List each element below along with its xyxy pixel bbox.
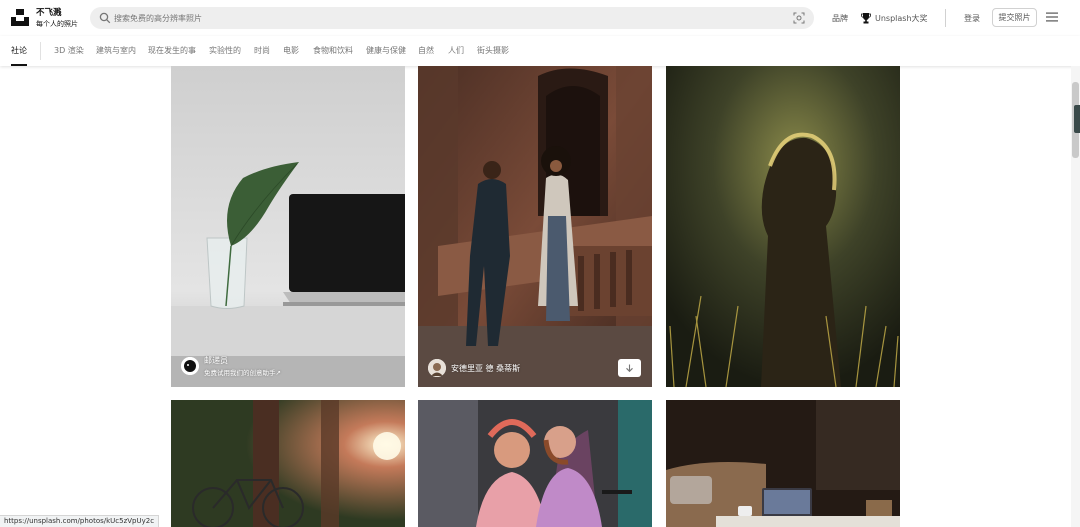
photo-card-living-room[interactable] <box>666 400 900 527</box>
photo-wedding-couple <box>418 400 652 527</box>
tab-people[interactable]: 人们 <box>448 45 464 56</box>
trophy-icon <box>861 12 871 23</box>
award-label: Unsplash大奖 <box>875 13 928 23</box>
author-avatar[interactable] <box>181 357 199 375</box>
tab-architecture[interactable]: 建筑与室内 <box>96 45 136 56</box>
photo-card-bicycle-forest[interactable] <box>171 400 405 527</box>
logo-title: 不飞溅 <box>36 8 62 18</box>
download-button[interactable] <box>618 359 641 377</box>
tab-food-drink[interactable]: 食物和饮料 <box>313 45 353 56</box>
award-link[interactable]: Unsplash大奖 <box>861 0 928 36</box>
top-header: 不飞溅 每个人的照片 品牌 Unsplash大奖 登录 提交照片 <box>0 0 1080 36</box>
photo-card-couple-architecture[interactable]: 安德里亚 德 桑蒂斯 <box>418 66 652 387</box>
status-url-bar: https://unsplash.com/photos/kUc5zVpUy2c <box>0 515 160 527</box>
sponsor-link[interactable]: 免费试用我们的创意助手↗ <box>204 367 281 377</box>
side-panel-handle[interactable] <box>1074 105 1080 133</box>
photo-living-room <box>666 400 900 527</box>
mailchimp-logo-icon <box>181 357 199 375</box>
submit-photo-button[interactable]: 提交照片 <box>992 8 1037 27</box>
unsplash-logo-icon[interactable] <box>11 9 29 26</box>
header-divider <box>945 9 946 27</box>
photo-credit[interactable]: 安德里亚 德 桑蒂斯 <box>428 359 520 377</box>
author-name[interactable]: 安德里亚 德 桑蒂斯 <box>451 363 520 374</box>
tabs-divider <box>40 42 41 60</box>
photo-couple-architecture <box>418 66 652 387</box>
search-input[interactable] <box>114 7 774 29</box>
logo-text[interactable]: 不飞溅 每个人的照片 <box>36 8 78 29</box>
credit-text: 邮递员 免费试用我们的创意助手↗ <box>204 355 281 377</box>
author-avatar[interactable] <box>428 359 446 377</box>
author-name[interactable]: 邮递员 <box>204 355 281 366</box>
tab-editorial[interactable]: 社论 <box>11 45 27 56</box>
download-arrow-icon <box>626 364 633 372</box>
tab-health[interactable]: 健康与保健 <box>366 45 406 56</box>
photo-backlit-figure <box>666 66 900 387</box>
tab-street-photography[interactable]: 街头摄影 <box>477 45 509 56</box>
visual-search-icon[interactable] <box>793 12 805 24</box>
photo-credit[interactable]: 邮递员 免费试用我们的创意助手↗ <box>181 355 281 377</box>
hamburger-menu-icon[interactable] <box>1046 12 1058 22</box>
tab-current-events[interactable]: 现在发生的事 <box>148 45 196 56</box>
tab-film[interactable]: 电影 <box>283 45 299 56</box>
active-tab-underline <box>11 64 27 66</box>
tab-fashion[interactable]: 时尚 <box>254 45 270 56</box>
author-avatar-image <box>428 359 446 377</box>
photo-leaf-laptop <box>171 66 405 387</box>
tab-nature[interactable]: 自然 <box>418 45 434 56</box>
photo-card-wedding-couple[interactable] <box>418 400 652 527</box>
photo-bicycle-forest <box>171 400 405 527</box>
login-link[interactable]: 登录 <box>964 0 980 36</box>
tab-3d-renders[interactable]: 3D 渲染 <box>54 45 84 56</box>
logo-subtitle: 每个人的照片 <box>36 20 78 28</box>
photo-card-backlit-figure[interactable] <box>666 66 900 387</box>
search-bar[interactable] <box>90 7 814 29</box>
photo-card-leaf-laptop[interactable]: 邮递员 免费试用我们的创意助手↗ <box>171 66 405 387</box>
category-tabs: 社论 3D 渲染 建筑与室内 现在发生的事 实验性的 时尚 电影 食物和饮料 健… <box>0 36 1080 66</box>
search-icon[interactable] <box>99 12 111 24</box>
tab-experimental[interactable]: 实验性的 <box>209 45 241 56</box>
brand-link[interactable]: 品牌 <box>832 0 848 36</box>
